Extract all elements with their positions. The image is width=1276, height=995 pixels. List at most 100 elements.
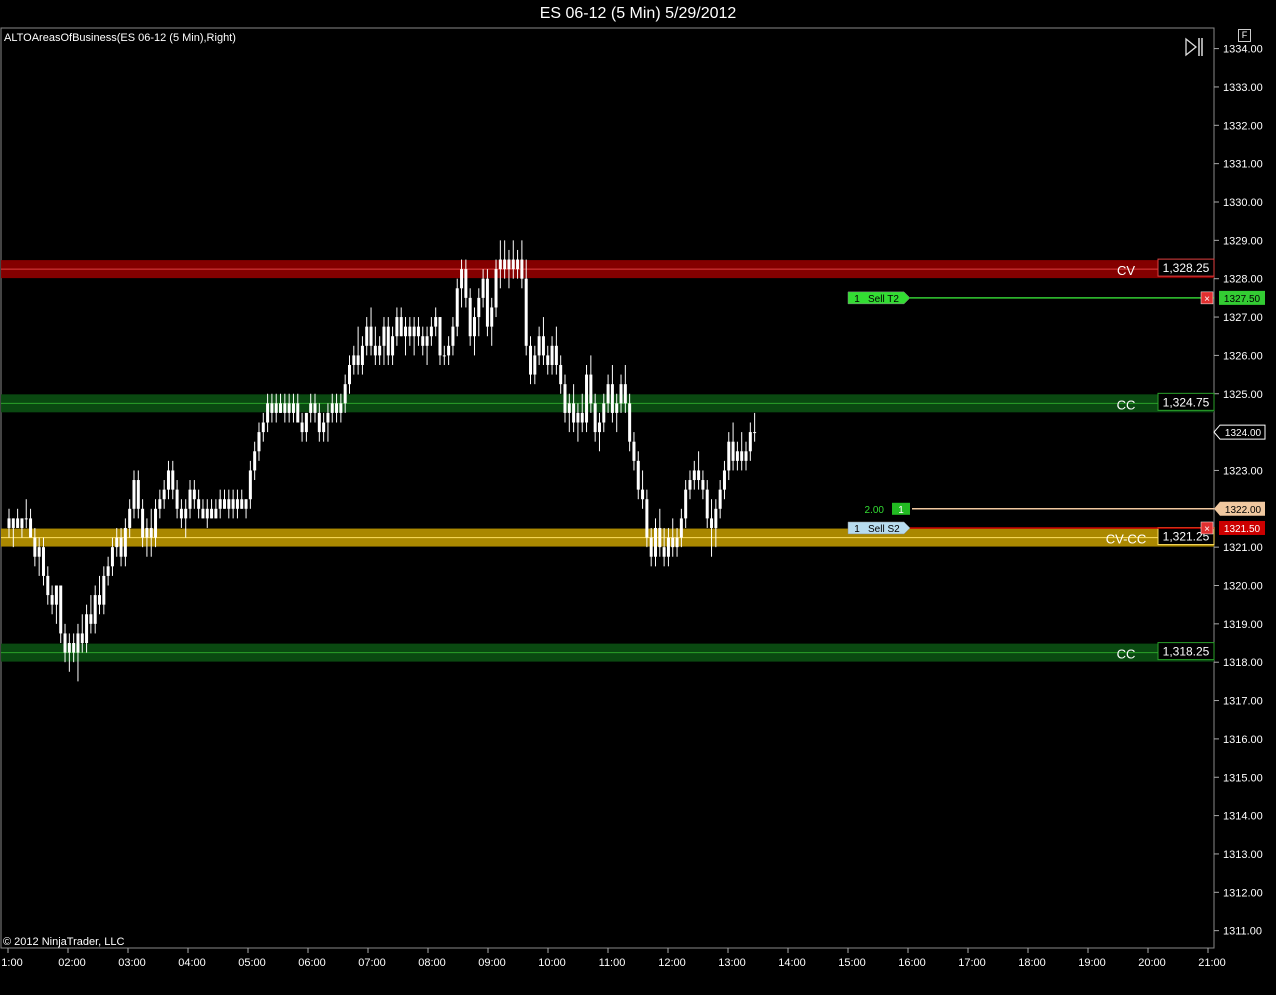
candle-body [619, 384, 623, 404]
zone-price-label: 1,324.75 [1163, 395, 1210, 409]
zone-name: CV-CC [1106, 532, 1146, 547]
candle-body [356, 355, 360, 365]
candle-body [253, 451, 257, 471]
candle-body [408, 326, 412, 337]
order-qty: 1 [854, 294, 860, 305]
y-tick-label: 1333.00 [1223, 82, 1263, 94]
candle-body [391, 336, 395, 356]
x-tick-label: 02:00 [58, 957, 86, 969]
x-tick-label: 20:00 [1138, 957, 1166, 969]
candle-body [554, 345, 558, 365]
x-tick-label: 07:00 [358, 957, 386, 969]
x-tick-label: 08:00 [418, 957, 446, 969]
candle-body [537, 336, 541, 356]
candle-body [257, 432, 261, 452]
candle-body [529, 345, 533, 375]
candle-body [16, 518, 20, 528]
candle-body [205, 508, 209, 519]
candle-body [628, 403, 632, 442]
candle-body [468, 297, 472, 337]
y-tick-label: 1318.00 [1223, 657, 1263, 669]
candle-body [287, 403, 291, 413]
candle-body [559, 364, 563, 385]
y-tick-label: 1323.00 [1223, 465, 1263, 477]
position-qty-label: 2.00 [865, 505, 885, 516]
candle-body [748, 432, 752, 452]
x-tick-label: 15:00 [838, 957, 866, 969]
candle-body [214, 508, 218, 519]
y-tick-label: 1330.00 [1223, 197, 1263, 209]
candle-body [451, 326, 455, 346]
candle-body [731, 441, 735, 461]
last-price-label: 1324.00 [1225, 428, 1262, 439]
candle-body [218, 499, 222, 509]
candle-body [145, 527, 149, 538]
candle-body [300, 422, 304, 433]
candle-body [46, 575, 50, 596]
candle-body [360, 345, 364, 365]
candle-body [313, 403, 317, 413]
x-tick-label: 19:00 [1078, 957, 1106, 969]
candle-body [149, 527, 153, 538]
candle-body [309, 403, 313, 413]
candle-body [72, 643, 76, 653]
y-tick-label: 1314.00 [1223, 811, 1263, 823]
candle-body [365, 326, 369, 346]
y-tick-label: 1315.00 [1223, 772, 1263, 784]
y-tick-label: 1334.00 [1223, 44, 1263, 56]
candle-body [722, 470, 726, 490]
candle-body [119, 537, 123, 557]
indicator-label: ALTOAreasOfBusiness(ES 06-12 (5 Min),Rig… [4, 32, 236, 44]
candle-body [520, 259, 524, 279]
zone-name: CV [1117, 263, 1135, 278]
candle-body [572, 403, 576, 423]
candle-body [369, 326, 373, 346]
candle-body [576, 412, 580, 423]
candle-body [296, 403, 300, 423]
candle-body [67, 643, 71, 653]
candle-body [658, 527, 662, 548]
candle-body [442, 355, 446, 357]
y-tick-label: 1317.00 [1223, 696, 1263, 708]
candle-body [399, 317, 403, 337]
position-qty: 1 [898, 505, 904, 516]
price-chart[interactable]: 1311.00 1312.00 1313.00 1314.00 1315.00 1316.… [0, 0, 1276, 995]
candle-body [386, 326, 390, 356]
x-tick-label: 05:00 [238, 957, 266, 969]
candle-body [179, 508, 183, 519]
candle-body [24, 518, 28, 520]
scroll-to-end-icon[interactable] [1183, 36, 1207, 58]
candle-body [171, 470, 175, 490]
candle-body [447, 345, 451, 356]
candle-body [283, 403, 287, 413]
candle-body [615, 403, 619, 413]
x-tick-label: 09:00 [478, 957, 506, 969]
candle-body [507, 259, 511, 270]
order-price-label: 1321.50 [1224, 524, 1261, 535]
y-tick-label: 1319.00 [1223, 619, 1263, 631]
candle-body [227, 499, 231, 509]
x-tick-label: 1:00 [1, 957, 22, 969]
candle-body [270, 403, 274, 413]
candle-body [7, 518, 11, 528]
candle-body [602, 403, 606, 423]
candle-body [533, 355, 537, 375]
candle-body [330, 403, 334, 413]
candle-body [753, 432, 757, 434]
candle-body [132, 480, 136, 509]
candle-body [675, 537, 679, 548]
candle-body [266, 403, 270, 423]
candle-body [490, 307, 494, 327]
candle-body [326, 412, 330, 423]
f-button[interactable]: F [1238, 29, 1251, 42]
candle-body [37, 547, 41, 557]
candle-body [701, 480, 705, 490]
candle-body [589, 374, 593, 404]
candle-body [63, 633, 67, 653]
copyright-text: © 2012 NinjaTrader, LLC [3, 936, 125, 948]
candle-body [382, 326, 386, 346]
candle-body [541, 336, 545, 356]
cancel-order-x: × [1204, 524, 1210, 535]
candle-body [404, 326, 408, 337]
y-tick-label: 1313.00 [1223, 849, 1263, 861]
